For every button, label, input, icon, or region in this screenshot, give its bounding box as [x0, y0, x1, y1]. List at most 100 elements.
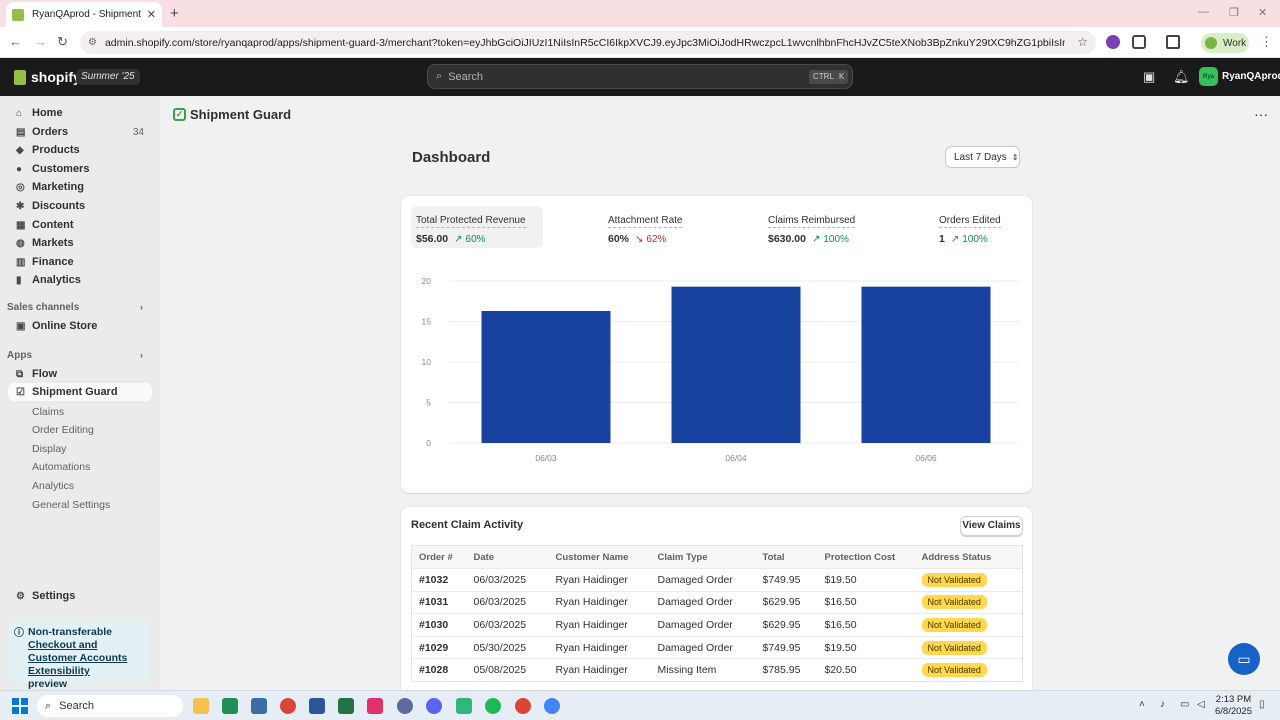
table-row[interactable]: #1030 06/03/2025 Ryan Haidinger Damaged Ord…	[411, 613, 1023, 637]
minimize-icon[interactable]: —	[1198, 6, 1209, 18]
recent-claims-card: Recent Claim Activity View Claims Order …	[401, 507, 1032, 690]
col-date: Date	[466, 545, 549, 569]
notifications-icon[interactable]: ▯	[1259, 699, 1265, 710]
table-row[interactable]: #1031 06/03/2025 Ryan Haidinger Damaged Ord…	[411, 590, 1023, 614]
close-tab-icon[interactable]: ✕	[147, 8, 156, 21]
microphone-icon[interactable]: ♪	[1160, 699, 1165, 710]
table-cell: $16.50	[817, 590, 915, 614]
orders-icon: ▤	[16, 126, 26, 138]
volume-icon[interactable]: ◁	[1197, 699, 1205, 710]
sidebar-item-label: Settings	[32, 590, 76, 602]
file-explorer-icon[interactable]	[193, 698, 209, 714]
table-cell: $749.95	[755, 635, 818, 659]
notice-link[interactable]: Checkout and Customer Accounts Extensibi…	[28, 639, 141, 678]
chart-bar[interactable]	[481, 310, 611, 443]
extensions-puzzle-icon[interactable]	[1132, 35, 1146, 49]
sub-item-order-editing[interactable]: Order Editing	[32, 424, 94, 436]
app-title-text: Shipment Guard	[190, 107, 292, 122]
sidebar-item-online-store[interactable]: ▣ Online Store	[8, 317, 152, 335]
chrome-profile-icon[interactable]	[515, 698, 531, 714]
metric-change: 100%	[823, 233, 849, 245]
sidebar-item-discounts[interactable]: ✱ Discounts	[8, 197, 152, 215]
inbox-icon[interactable]: ▣	[1143, 69, 1155, 85]
word-icon[interactable]	[309, 698, 325, 714]
metric-change: 60%	[465, 233, 486, 245]
sidebar-item-orders[interactable]: ▤ Orders 34	[8, 123, 152, 141]
slack-icon[interactable]	[456, 698, 472, 714]
store-menu[interactable]: Rya RyanQAprod	[1199, 67, 1280, 86]
table-row[interactable]: #1029 05/30/2025 Ryan Haidinger Damaged Ord…	[411, 635, 1023, 659]
sub-item-claims[interactable]: Claims	[32, 406, 64, 418]
view-claims-button[interactable]: View Claims	[960, 516, 1023, 536]
table-row[interactable]: #1032 06/03/2025 Ryan Haidinger Damaged Ord…	[411, 568, 1023, 592]
chrome-alt-icon[interactable]	[544, 698, 560, 714]
search-input[interactable]: ⌕ Search CTRL K	[427, 64, 853, 89]
sidebar-item-shipment-guard[interactable]: ☑ Shipment Guard	[8, 383, 152, 401]
taskbar-search[interactable]: ⌕ Search	[37, 695, 183, 717]
bookmark-star-icon[interactable]: ☆	[1077, 35, 1088, 49]
table-cell: 06/03/2025	[466, 613, 549, 637]
discord-icon[interactable]	[426, 698, 442, 714]
chart-bar[interactable]	[861, 286, 991, 443]
network-icon[interactable]: ▭	[1180, 699, 1189, 710]
sidebar-item-finance[interactable]: ▥ Finance	[8, 253, 152, 271]
sidebar-item-settings[interactable]: ⚙ Settings	[8, 587, 152, 605]
shopify-logo[interactable]: shopify	[14, 69, 81, 85]
more-actions-icon[interactable]: ···	[1254, 106, 1268, 122]
metric-attachment-rate[interactable]: Attachment Rate 60% ↘ 62%	[603, 206, 723, 248]
sidebar-item-customers[interactable]: ● Customers	[8, 160, 152, 178]
chevron-right-icon[interactable]: ›	[140, 350, 143, 360]
system-clock[interactable]: 2:13 PM 6/8/2025	[1215, 694, 1252, 718]
browser-tab[interactable]: RyanQAprod - Shipment Guard ✕	[6, 2, 162, 27]
sub-item-general-settings[interactable]: General Settings	[32, 499, 110, 511]
profile-button[interactable]: Work	[1201, 33, 1249, 53]
metric-claims-reimbursed[interactable]: Claims Reimbursed $630.00 ↗ 100%	[763, 206, 883, 248]
sidebar-item-content[interactable]: ▦ Content	[8, 216, 152, 234]
sidebar-item-flow[interactable]: ⧉ Flow	[8, 365, 152, 383]
date-range-select[interactable]: Last 7 Days ⇕	[945, 146, 1020, 168]
browser-menu-icon[interactable]: ⋮	[1260, 34, 1273, 50]
chevron-right-icon[interactable]: ›	[140, 302, 143, 312]
chat-support-button[interactable]: ▭	[1228, 643, 1260, 675]
notification-bell-icon[interactable]: 🔔︎	[1173, 69, 1190, 85]
table-row[interactable]: #1028 05/08/2025 Ryan Haidinger Missing Ite…	[411, 658, 1023, 682]
settings-app-icon[interactable]	[397, 698, 413, 714]
apps-header[interactable]: Apps ›	[7, 350, 143, 361]
shopify-bag-icon	[14, 69, 26, 85]
close-window-icon[interactable]: ✕	[1258, 6, 1267, 19]
sub-item-analytics[interactable]: Analytics	[32, 480, 74, 492]
new-tab-icon[interactable]: +	[170, 5, 179, 22]
extension-icon[interactable]	[1106, 35, 1120, 49]
sidebar-item-marketing[interactable]: ◎ Marketing	[8, 178, 152, 196]
app-icon[interactable]	[222, 698, 238, 714]
sidebar-item-analytics[interactable]: ▮ Analytics	[8, 271, 152, 289]
edition-badge[interactable]: Summer '25	[76, 69, 140, 85]
sub-item-automations[interactable]: Automations	[32, 461, 90, 473]
site-info-icon[interactable]: ⚙	[88, 37, 97, 48]
calculator-icon[interactable]	[251, 698, 267, 714]
maximize-icon[interactable]: ❐	[1229, 6, 1239, 19]
sidebar-item-home[interactable]: ⌂ Home	[8, 104, 152, 122]
sales-channels-header[interactable]: Sales channels ›	[7, 302, 143, 313]
url-input[interactable]: ⚙ admin.shopify.com/store/ryanqaprod/app…	[80, 31, 1096, 54]
chart-bar[interactable]	[671, 286, 801, 443]
metric-orders-edited[interactable]: Orders Edited 1 ↗ 100%	[934, 206, 1024, 248]
reload-icon[interactable]: ↻	[57, 34, 68, 50]
sidebar-item-label: Flow	[32, 368, 58, 380]
spotify-icon[interactable]	[485, 698, 501, 714]
back-icon[interactable]: ←	[9, 34, 22, 49]
tab-search-icon[interactable]	[1166, 35, 1180, 49]
sub-item-display[interactable]: Display	[32, 443, 66, 455]
sidebar-item-products[interactable]: ◆ Products	[8, 141, 152, 159]
windows-start-icon[interactable]	[12, 698, 28, 714]
table-cell: $785.95	[755, 658, 818, 682]
excel-icon[interactable]	[338, 698, 354, 714]
figma-icon[interactable]	[367, 698, 383, 714]
sidebar-item-label: Analytics	[32, 274, 81, 286]
shopify-wordmark: shopify	[31, 69, 81, 85]
tray-chevron-icon[interactable]: ˄	[1139, 699, 1145, 710]
metric-total-protected-revenue[interactable]: Total Protected Revenue $56.00 ↗ 60%	[411, 206, 543, 248]
sidebar-item-markets[interactable]: ◍ Markets	[8, 234, 152, 252]
forward-icon[interactable]: →	[34, 34, 47, 49]
chrome-icon[interactable]	[280, 698, 296, 714]
